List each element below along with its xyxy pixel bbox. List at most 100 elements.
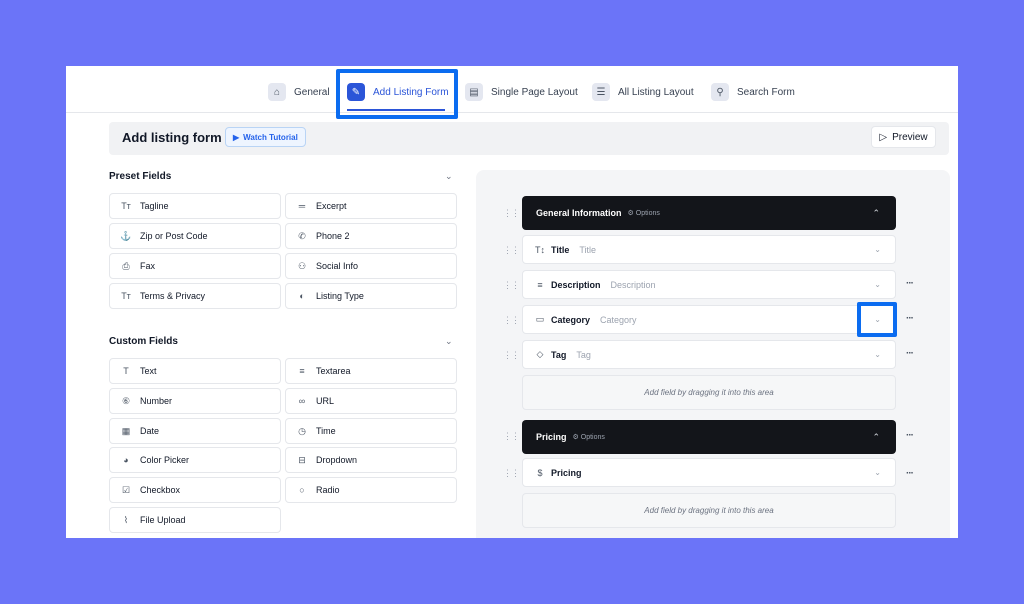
chevron-up-icon[interactable]: ⌃ xyxy=(872,208,880,219)
drag-handle-icon[interactable]: ⋮⋮ xyxy=(503,350,520,361)
page-title: Add listing form xyxy=(122,130,222,145)
custom-field-textarea[interactable]: ≡ Textarea xyxy=(285,358,457,384)
phone-icon: ✆ xyxy=(298,230,306,241)
chevron-down-icon[interactable]: ⌄ xyxy=(874,280,881,289)
drag-handle-icon[interactable]: ⋮⋮ xyxy=(503,315,520,326)
number-icon: ⑥ xyxy=(121,395,131,406)
preset-field-zip[interactable]: ⚓ Zip or Post Code xyxy=(109,223,281,249)
options-link[interactable]: ⚙ Options xyxy=(573,433,605,441)
field-label: Radio xyxy=(316,485,340,495)
form-field-title[interactable]: T↕ Title Title ⌄ xyxy=(522,235,896,264)
tab-all-listing-layout[interactable]: ☰ All Listing Layout xyxy=(592,80,694,104)
tab-general[interactable]: ⌂ General xyxy=(268,80,330,104)
preset-field-tagline[interactable]: Tт Tagline xyxy=(109,193,281,219)
anchor-icon: ⚓ xyxy=(120,230,132,241)
drag-handle-icon[interactable]: ⋮⋮ xyxy=(503,468,520,479)
field-label: Dropdown xyxy=(316,455,358,465)
custom-field-url[interactable]: ∞ URL xyxy=(285,388,457,414)
drag-handle-icon[interactable]: ⋮⋮ xyxy=(503,280,520,291)
field-label: Social Info xyxy=(316,261,359,271)
preset-field-terms[interactable]: Tт Terms & Privacy xyxy=(109,283,281,309)
settings-tabs: ⌂ General ✎ Add Listing Form ▤ Single Pa… xyxy=(66,66,958,113)
custom-field-text[interactable]: T Text xyxy=(109,358,281,384)
chevron-down-icon[interactable]: ⌄ xyxy=(445,336,453,347)
section-header-pricing[interactable]: Pricing ⚙ Options ⌃ xyxy=(522,420,896,454)
preset-field-listing-type[interactable]: ◐ Listing Type xyxy=(285,283,457,309)
custom-field-checkbox[interactable]: ☑ Checkbox xyxy=(109,477,281,503)
options-link[interactable]: ⚙ Options xyxy=(628,209,660,217)
field-label: Phone 2 xyxy=(316,231,350,241)
custom-field-dropdown[interactable]: ⊟ Dropdown xyxy=(285,447,457,473)
custom-field-number[interactable]: ⑥ Number xyxy=(109,388,281,414)
field-placeholder: Category xyxy=(600,314,637,325)
custom-field-file-upload[interactable]: ⌇ File Upload xyxy=(109,507,281,533)
field-placeholder: Title xyxy=(579,244,597,255)
paperclip-icon: ⌇ xyxy=(123,514,129,525)
chevron-down-icon[interactable]: ⌄ xyxy=(445,171,453,182)
form-field-pricing[interactable]: $ Pricing ⌄ xyxy=(522,458,896,487)
field-label: Text xyxy=(140,366,157,376)
field-dropzone[interactable]: Add field by dragging it into this area xyxy=(522,493,896,528)
calendar-icon: ▦ xyxy=(121,425,131,436)
tab-label: General xyxy=(294,86,330,98)
more-options-icon[interactable]: ··· xyxy=(906,348,914,359)
price-icon: $ xyxy=(537,467,543,478)
section-header-general-information[interactable]: General Information ⚙ Options ⌃ xyxy=(522,196,896,230)
field-label: Excerpt xyxy=(316,201,347,211)
field-label: Listing Type xyxy=(316,291,364,301)
chevron-down-icon[interactable]: ⌄ xyxy=(874,350,881,359)
field-dropzone[interactable]: Add field by dragging it into this area xyxy=(522,375,896,410)
field-label: Category xyxy=(551,314,591,325)
app-window: ⌂ General ✎ Add Listing Form ▤ Single Pa… xyxy=(66,66,958,538)
field-label: Tag xyxy=(551,349,567,360)
more-options-icon[interactable]: ··· xyxy=(906,313,914,324)
field-label: Title xyxy=(551,244,570,255)
field-label: Textarea xyxy=(316,366,351,376)
list-icon: ☰ xyxy=(592,83,610,101)
form-field-category[interactable]: ▭ Category Category ⌄ xyxy=(522,305,896,334)
tab-search-form[interactable]: ⚲ Search Form xyxy=(711,80,795,104)
tag-icon: ◇ xyxy=(536,349,544,359)
palette-icon: ◕ xyxy=(123,455,129,465)
tab-single-page-layout[interactable]: ▤ Single Page Layout xyxy=(465,80,578,104)
text-icon: T xyxy=(123,366,129,376)
drag-handle-icon[interactable]: ⋮⋮ xyxy=(503,208,520,219)
preset-field-social-info[interactable]: ⚇ Social Info xyxy=(285,253,457,279)
watch-tutorial-button[interactable]: ▶ Watch Tutorial xyxy=(225,127,306,147)
more-options-icon[interactable]: ··· xyxy=(906,468,914,479)
preset-field-fax[interactable]: ⎙ Fax xyxy=(109,253,281,279)
short-text-icon: ═ xyxy=(298,201,306,211)
preset-field-excerpt[interactable]: ═ Excerpt xyxy=(285,193,457,219)
field-label: Tagline xyxy=(140,201,169,211)
drag-handle-icon[interactable]: ⋮⋮ xyxy=(503,245,520,256)
custom-field-time[interactable]: ◷ Time xyxy=(285,418,457,444)
field-label: Number xyxy=(140,396,173,406)
form-field-description[interactable]: ≡ Description Description ⌄ xyxy=(522,270,896,299)
dropdown-icon: ⊟ xyxy=(298,454,306,465)
custom-field-date[interactable]: ▦ Date xyxy=(109,418,281,444)
form-field-tag[interactable]: ◇ Tag Tag ⌄ xyxy=(522,340,896,369)
drag-handle-icon[interactable]: ⋮⋮ xyxy=(503,431,520,442)
section-name: General Information xyxy=(536,208,622,218)
preview-label: Preview xyxy=(892,131,928,143)
custom-field-radio[interactable]: ○ Radio xyxy=(285,477,457,503)
tab-label: All Listing Layout xyxy=(618,86,694,98)
field-placeholder: Description xyxy=(610,279,656,290)
preset-field-phone2[interactable]: ✆ Phone 2 xyxy=(285,223,457,249)
highlight-category-chevron xyxy=(857,302,897,337)
more-options-icon[interactable]: ··· xyxy=(906,278,914,289)
home-icon: ⌂ xyxy=(268,83,286,101)
options-label: Options xyxy=(635,210,660,217)
chevron-down-icon[interactable]: ⌄ xyxy=(874,245,881,254)
more-options-icon[interactable]: ··· xyxy=(906,430,914,441)
chevron-up-icon[interactable]: ⌃ xyxy=(872,432,880,443)
custom-field-color-picker[interactable]: ◕ Color Picker xyxy=(109,447,281,473)
highlight-add-listing-form-tab xyxy=(336,69,458,119)
field-label: URL xyxy=(316,396,335,406)
search-icon: ⚲ xyxy=(711,83,729,101)
chevron-down-icon[interactable]: ⌄ xyxy=(874,468,881,477)
preview-button[interactable]: ▷ Preview xyxy=(871,126,936,148)
text-icon: Tт xyxy=(121,291,131,301)
field-label: File Upload xyxy=(140,515,186,525)
field-label: Zip or Post Code xyxy=(140,231,208,241)
